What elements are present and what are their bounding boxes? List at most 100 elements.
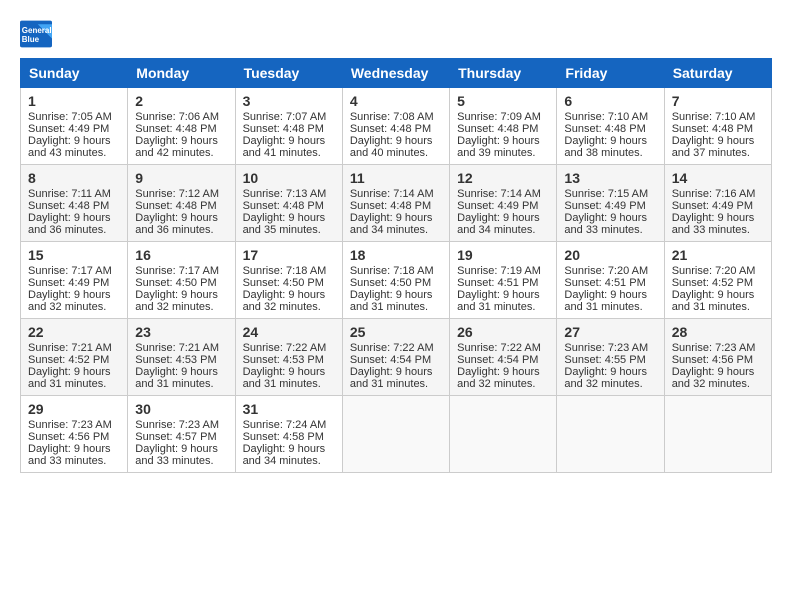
daylight-text: Daylight: 9 hours and 32 minutes. [457, 366, 549, 390]
daylight-text: Daylight: 9 hours and 32 minutes. [672, 366, 764, 390]
daylight-text: Daylight: 9 hours and 31 minutes. [350, 366, 442, 390]
calendar-week-2: 8Sunrise: 7:11 AMSunset: 4:48 PMDaylight… [21, 165, 772, 242]
sunset-text: Sunset: 4:57 PM [135, 431, 227, 443]
day-number: 10 [243, 170, 335, 186]
daylight-text: Daylight: 9 hours and 33 minutes. [672, 212, 764, 236]
daylight-text: Daylight: 9 hours and 31 minutes. [243, 366, 335, 390]
calendar-cell: 1Sunrise: 7:05 AMSunset: 4:49 PMDaylight… [21, 88, 128, 165]
daylight-text: Daylight: 9 hours and 32 minutes. [28, 289, 120, 313]
daylight-text: Daylight: 9 hours and 38 minutes. [564, 135, 656, 159]
sunset-text: Sunset: 4:48 PM [350, 123, 442, 135]
svg-text:General: General [22, 26, 52, 35]
sunset-text: Sunset: 4:48 PM [457, 123, 549, 135]
calendar-cell: 26Sunrise: 7:22 AMSunset: 4:54 PMDayligh… [450, 319, 557, 396]
sunrise-text: Sunrise: 7:07 AM [243, 111, 335, 123]
calendar-cell: 23Sunrise: 7:21 AMSunset: 4:53 PMDayligh… [128, 319, 235, 396]
sunrise-text: Sunrise: 7:20 AM [672, 265, 764, 277]
calendar-cell [342, 396, 449, 473]
sunrise-text: Sunrise: 7:23 AM [672, 342, 764, 354]
sunset-text: Sunset: 4:50 PM [350, 277, 442, 289]
day-header-tuesday: Tuesday [235, 59, 342, 88]
day-number: 1 [28, 93, 120, 109]
sunrise-text: Sunrise: 7:24 AM [243, 419, 335, 431]
calendar-header: SundayMondayTuesdayWednesdayThursdayFrid… [21, 59, 772, 88]
day-number: 7 [672, 93, 764, 109]
sunrise-text: Sunrise: 7:09 AM [457, 111, 549, 123]
day-number: 15 [28, 247, 120, 263]
day-header-thursday: Thursday [450, 59, 557, 88]
calendar-cell: 24Sunrise: 7:22 AMSunset: 4:53 PMDayligh… [235, 319, 342, 396]
day-number: 19 [457, 247, 549, 263]
sunrise-text: Sunrise: 7:11 AM [28, 188, 120, 200]
calendar-cell: 9Sunrise: 7:12 AMSunset: 4:48 PMDaylight… [128, 165, 235, 242]
calendar-cell: 18 Sunrise: 7:18 AMSunset: 4:50 PMDayligh… [342, 242, 449, 319]
calendar-body: 1Sunrise: 7:05 AMSunset: 4:49 PMDaylight… [21, 88, 772, 473]
day-header-friday: Friday [557, 59, 664, 88]
daylight-text: Daylight: 9 hours and 35 minutes. [243, 212, 335, 236]
calendar-cell: 5Sunrise: 7:09 AMSunset: 4:48 PMDaylight… [450, 88, 557, 165]
sunrise-text: Sunrise: 7:16 AM [672, 188, 764, 200]
sunrise-text: Sunrise: 7:22 AM [243, 342, 335, 354]
sunrise-text: Sunrise: 7:17 AM [28, 265, 120, 277]
day-number: 30 [135, 401, 227, 417]
sunrise-text: Sunrise: 7:14 AM [350, 188, 442, 200]
calendar-cell: 8Sunrise: 7:11 AMSunset: 4:48 PMDaylight… [21, 165, 128, 242]
calendar-cell: 14Sunrise: 7:16 AMSunset: 4:49 PMDayligh… [664, 165, 771, 242]
day-number: 26 [457, 324, 549, 340]
day-header-monday: Monday [128, 59, 235, 88]
sunrise-text: Sunrise: 7:17 AM [135, 265, 227, 277]
sunrise-text: Sunrise: 7:10 AM [672, 111, 764, 123]
logo: General Blue [20, 20, 52, 48]
day-number: 9 [135, 170, 227, 186]
daylight-text: Daylight: 9 hours and 34 minutes. [243, 443, 335, 467]
sunrise-text: Sunrise: 7:15 AM [564, 188, 656, 200]
calendar-cell: 16Sunrise: 7:17 AMSunset: 4:50 PMDayligh… [128, 242, 235, 319]
day-number: 28 [672, 324, 764, 340]
day-number: 3 [243, 93, 335, 109]
day-number: 14 [672, 170, 764, 186]
sunset-text: Sunset: 4:56 PM [28, 431, 120, 443]
sunrise-text: Sunrise: 7:23 AM [135, 419, 227, 431]
calendar-cell: 6Sunrise: 7:10 AMSunset: 4:48 PMDaylight… [557, 88, 664, 165]
sunset-text: Sunset: 4:56 PM [672, 354, 764, 366]
sunset-text: Sunset: 4:54 PM [350, 354, 442, 366]
sunrise-text: Sunrise: 7:23 AM [28, 419, 120, 431]
sunset-text: Sunset: 4:54 PM [457, 354, 549, 366]
day-number: 13 [564, 170, 656, 186]
daylight-text: Daylight: 9 hours and 31 minutes. [350, 289, 442, 313]
sunrise-text: Sunrise: 7:12 AM [135, 188, 227, 200]
daylight-text: Daylight: 9 hours and 32 minutes. [135, 289, 227, 313]
day-number: 27 [564, 324, 656, 340]
day-header-sunday: Sunday [21, 59, 128, 88]
daylight-text: Daylight: 9 hours and 39 minutes. [457, 135, 549, 159]
calendar-cell: 25Sunrise: 7:22 AMSunset: 4:54 PMDayligh… [342, 319, 449, 396]
daylight-text: Daylight: 9 hours and 31 minutes. [457, 289, 549, 313]
calendar-cell: 7 Sunrise: 7:10 AMSunset: 4:48 PMDaylight… [664, 88, 771, 165]
sunset-text: Sunset: 4:48 PM [672, 123, 764, 135]
sunrise-text: Sunrise: 7:23 AM [564, 342, 656, 354]
sunrise-text: Sunrise: 7:21 AM [28, 342, 120, 354]
daylight-text: Daylight: 9 hours and 31 minutes. [672, 289, 764, 313]
sunrise-text: Sunrise: 7:14 AM [457, 188, 549, 200]
calendar-cell: 3 Sunrise: 7:07 AMSunset: 4:48 PMDaylight… [235, 88, 342, 165]
day-number: 8 [28, 170, 120, 186]
sunrise-text: Sunrise: 7:05 AM [28, 111, 120, 123]
day-number: 18 [350, 247, 442, 263]
day-number: 6 [564, 93, 656, 109]
daylight-text: Daylight: 9 hours and 37 minutes. [672, 135, 764, 159]
sunrise-text: Sunrise: 7:19 AM [457, 265, 549, 277]
sunset-text: Sunset: 4:48 PM [243, 123, 335, 135]
calendar-week-5: 29Sunrise: 7:23 AMSunset: 4:56 PMDayligh… [21, 396, 772, 473]
calendar-cell: 31Sunrise: 7:24 AMSunset: 4:58 PMDayligh… [235, 396, 342, 473]
daylight-text: Daylight: 9 hours and 41 minutes. [243, 135, 335, 159]
logo-icon: General Blue [20, 20, 52, 48]
daylight-text: Daylight: 9 hours and 33 minutes. [564, 212, 656, 236]
calendar-cell: 12Sunrise: 7:14 AMSunset: 4:49 PMDayligh… [450, 165, 557, 242]
sunrise-text: Sunrise: 7:18 AM [350, 265, 442, 277]
sunrise-text: Sunrise: 7:06 AM [135, 111, 227, 123]
daylight-text: Daylight: 9 hours and 31 minutes. [135, 366, 227, 390]
daylight-text: Daylight: 9 hours and 31 minutes. [564, 289, 656, 313]
daylight-text: Daylight: 9 hours and 32 minutes. [564, 366, 656, 390]
day-number: 16 [135, 247, 227, 263]
day-header-wednesday: Wednesday [342, 59, 449, 88]
